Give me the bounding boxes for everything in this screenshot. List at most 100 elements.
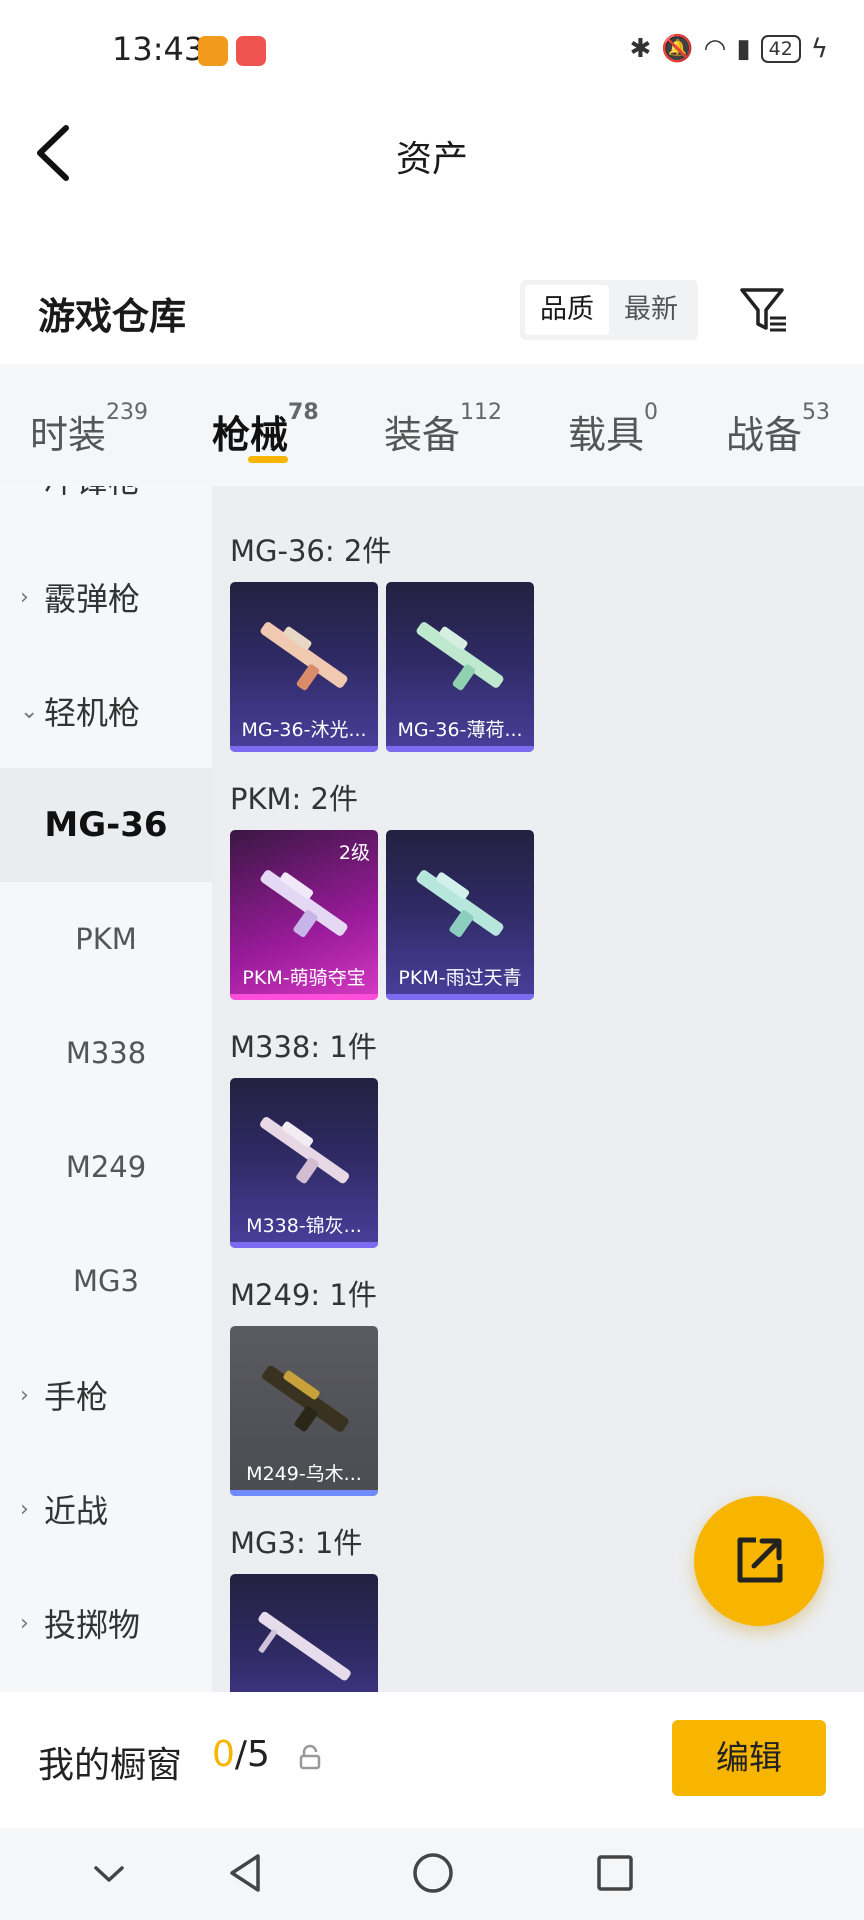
charging-icon: ϟ (810, 34, 828, 64)
status-time: 13:43 (112, 30, 205, 68)
sidebar-item-mg36[interactable]: MG-36 (0, 768, 212, 882)
showcase-count: 0/5 (212, 1734, 270, 1775)
filter-button[interactable] (738, 284, 790, 336)
chevron-down-icon: ⌄ (20, 698, 39, 724)
sidebar-item-smg[interactable]: ›冲锋枪 (0, 486, 212, 536)
showcase-current: 0 (212, 1734, 235, 1775)
lock-icon (298, 1744, 322, 1770)
sidebar-item-m338[interactable]: M338 (0, 996, 212, 1110)
mute-icon: 🔕 (661, 34, 694, 64)
tab-count: 239 (106, 400, 149, 425)
sort-toggle: 品质 最新 (520, 280, 698, 340)
rarity-bar (230, 746, 378, 752)
sidebar-item-label: 投掷物 (44, 1606, 141, 1644)
showcase-total: /5 (234, 1734, 270, 1775)
group-title: MG3: 1件 (230, 1526, 363, 1560)
sidebar-item-pistol[interactable]: › 手枪 (0, 1338, 212, 1452)
sidebar-item-label: MG-36 (44, 805, 168, 845)
edit-button[interactable]: 编辑 (672, 1720, 826, 1796)
battery-saver-icon: ▮ (736, 34, 751, 64)
weapon-card[interactable]: 2级 PKM-萌骑夺宝 (230, 830, 378, 1000)
tab-vehicles[interactable]: 载具0 (568, 400, 658, 459)
tab-label: 时装 (30, 413, 107, 457)
sidebar-item-mg3[interactable]: MG3 (0, 1224, 212, 1338)
sidebar-item-lmg[interactable]: ⌄ 轻机枪 (0, 654, 212, 768)
tab-count: 78 (288, 400, 319, 425)
weapon-card[interactable]: M338-锦灰... (230, 1078, 378, 1248)
section-title: 游戏仓库 (38, 295, 186, 338)
tab-count: 53 (802, 400, 831, 425)
notification-app-icon (198, 36, 228, 66)
tab-equipment[interactable]: 装备112 (384, 400, 502, 459)
circle-home-icon (413, 1853, 453, 1893)
weapon-card[interactable] (230, 1574, 378, 1692)
weapon-card[interactable]: MG-36-薄荷... (386, 582, 534, 752)
chevron-right-icon: › (20, 1610, 29, 1636)
weapon-name: MG-36-薄荷... (397, 719, 523, 741)
weapon-name: PKM-萌骑夺宝 (242, 967, 366, 989)
weapon-image-icon (258, 1611, 351, 1681)
weapon-name: PKM-雨过天青 (398, 967, 522, 989)
weapon-name: MG-36-沐光... (241, 719, 367, 741)
weapon-card[interactable]: PKM-雨过天青 (386, 830, 534, 1000)
showcase-title: 我的橱窗 (38, 1745, 183, 1786)
weapon-name: M338-锦灰... (246, 1215, 362, 1237)
sidebar-item-label: 手枪 (44, 1378, 109, 1416)
bluetooth-icon: ✱ (629, 34, 652, 64)
nav-recents-button[interactable] (590, 1848, 640, 1898)
status-icons: ✱ 🔕 ◠ ▮ 42 ϟ (629, 34, 828, 64)
sidebar-item-label: M338 (65, 1036, 147, 1070)
nav-home-button[interactable] (408, 1848, 458, 1898)
group-title: M338: 1件 (230, 1030, 377, 1064)
weapon-card[interactable]: MG-36-沐光... (230, 582, 378, 752)
sidebar-item-label: 霰弹枪 (44, 580, 141, 618)
weapon-image-icon (262, 1365, 349, 1432)
tab-label: 枪械 (212, 413, 289, 457)
sidebar-item-pkm[interactable]: PKM (0, 882, 212, 996)
filter-icon (740, 288, 786, 332)
group-title: PKM: 2件 (230, 782, 358, 816)
rarity-bar (230, 994, 378, 1000)
sidebar-item-label: 轻机枪 (44, 694, 141, 732)
share-icon (737, 1537, 783, 1583)
page-title: 资产 (395, 139, 468, 180)
sidebar-item-melee[interactable]: › 近战 (0, 1452, 212, 1566)
weapon-card[interactable]: M249-乌木... (230, 1326, 378, 1496)
square-recents-icon (597, 1855, 633, 1891)
sidebar: ›冲锋枪 ›霰弹枪 ⌄轻机枪 MG-36 PKM M338 M249 MG3 ›… (0, 486, 212, 1692)
weapon-image-icon (416, 870, 504, 938)
sort-option-quality[interactable]: 品质 (525, 285, 609, 335)
weapon-image-icon (260, 1117, 350, 1184)
tab-supplies[interactable]: 战备53 (726, 400, 830, 459)
sidebar-item-label: 冲锋枪 (44, 486, 140, 502)
wifi-icon: ◠ (703, 34, 727, 64)
group-title: MG-36: 2件 (230, 534, 392, 568)
battery-icon: 42 (760, 35, 801, 63)
sidebar-item-throwables[interactable]: › 投掷物 (0, 1566, 212, 1680)
rarity-bar (386, 746, 534, 752)
chevron-down-icon (94, 1866, 124, 1882)
tab-weapons[interactable]: 枪械78 (212, 400, 319, 459)
triangle-back-icon (230, 1854, 260, 1892)
sidebar-item-label: 近战 (44, 1492, 109, 1530)
nav-hide-button[interactable] (84, 1848, 134, 1898)
sidebar-item-shotgun[interactable]: › 霰弹枪 (0, 540, 212, 654)
tab-fashion[interactable]: 时装239 (30, 400, 148, 459)
sidebar-item-m249[interactable]: M249 (0, 1110, 212, 1224)
tab-label: 装备 (384, 413, 461, 457)
nav-back-button[interactable] (222, 1848, 272, 1898)
tab-label: 载具 (568, 413, 645, 457)
chevron-right-icon: › (20, 1382, 29, 1408)
rarity-bar (230, 1490, 378, 1496)
chevron-right-icon: › (20, 486, 44, 492)
sort-option-newest[interactable]: 最新 (609, 285, 693, 335)
rarity-bar (386, 994, 534, 1000)
sidebar-item-label: PKM (75, 922, 137, 956)
chevron-right-icon: › (20, 584, 29, 610)
tab-count: 112 (460, 400, 503, 425)
notification-app-icon (236, 36, 266, 66)
sidebar-item-label: MG3 (73, 1264, 139, 1298)
share-fab-button[interactable] (694, 1496, 824, 1626)
group-title: M249: 1件 (230, 1278, 377, 1312)
tab-count: 0 (644, 400, 659, 425)
